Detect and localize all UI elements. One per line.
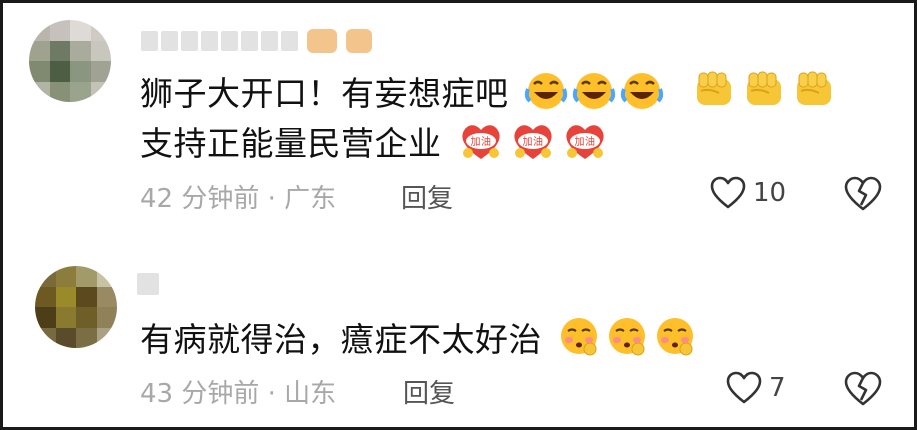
sticker-label: 加油 — [574, 135, 595, 148]
jiayou-sticker: 加油 — [561, 119, 609, 173]
heart-icon — [726, 371, 762, 404]
like-button[interactable]: 7 — [725, 370, 786, 406]
comment-list: 狮子大开口！有妄想症吧 支持正能量民营企业 加油 加油 加油 42 分钟前 · … — [0, 0, 917, 430]
blushing-emoji — [653, 315, 697, 369]
comment-time-location: 42 分钟前 · 广东 — [140, 184, 337, 214]
username[interactable] — [137, 271, 159, 297]
reply-button[interactable]: 回复 — [403, 373, 455, 410]
comment-text: 有病就得治，癔症不太好治 — [140, 320, 542, 359]
username[interactable] — [141, 28, 372, 54]
sticker-label: 加油 — [522, 135, 543, 148]
avatar[interactable] — [35, 266, 117, 348]
reply-button[interactable]: 回复 — [401, 178, 453, 215]
jiayou-sticker: 加油 — [509, 119, 557, 173]
heart-icon — [710, 176, 746, 209]
fist-emoji — [741, 69, 787, 123]
dislike-icon[interactable] — [843, 370, 883, 408]
comment-text-line1: 有病就得治，癔症不太好治 — [140, 315, 697, 369]
like-button[interactable]: 10 — [709, 175, 786, 211]
dislike-icon[interactable] — [843, 175, 883, 213]
comment-text-line2: 支持正能量民营企业 加油 加油 加油 — [140, 119, 609, 173]
sticker-label: 加油 — [470, 135, 491, 148]
comment-text: 狮子大开口！有妄想症吧 — [140, 74, 509, 113]
avatar[interactable] — [29, 20, 111, 102]
jiayou-sticker: 加油 — [457, 119, 505, 173]
like-count: 7 — [769, 373, 786, 403]
comment-text-line1: 狮子大开口！有妄想症吧 — [140, 69, 837, 123]
laughing-crying-emoji — [572, 71, 616, 123]
laughing-crying-emoji — [524, 71, 568, 123]
like-count: 10 — [753, 178, 787, 208]
blushing-emoji — [605, 315, 649, 369]
blushing-emoji — [557, 315, 601, 369]
fist-emoji — [691, 69, 737, 123]
fist-emoji — [791, 69, 837, 123]
comment-text: 支持正能量民营企业 — [140, 124, 442, 163]
comment-time-location: 43 分钟前 · 山东 — [140, 379, 337, 409]
laughing-crying-emoji — [620, 71, 664, 123]
